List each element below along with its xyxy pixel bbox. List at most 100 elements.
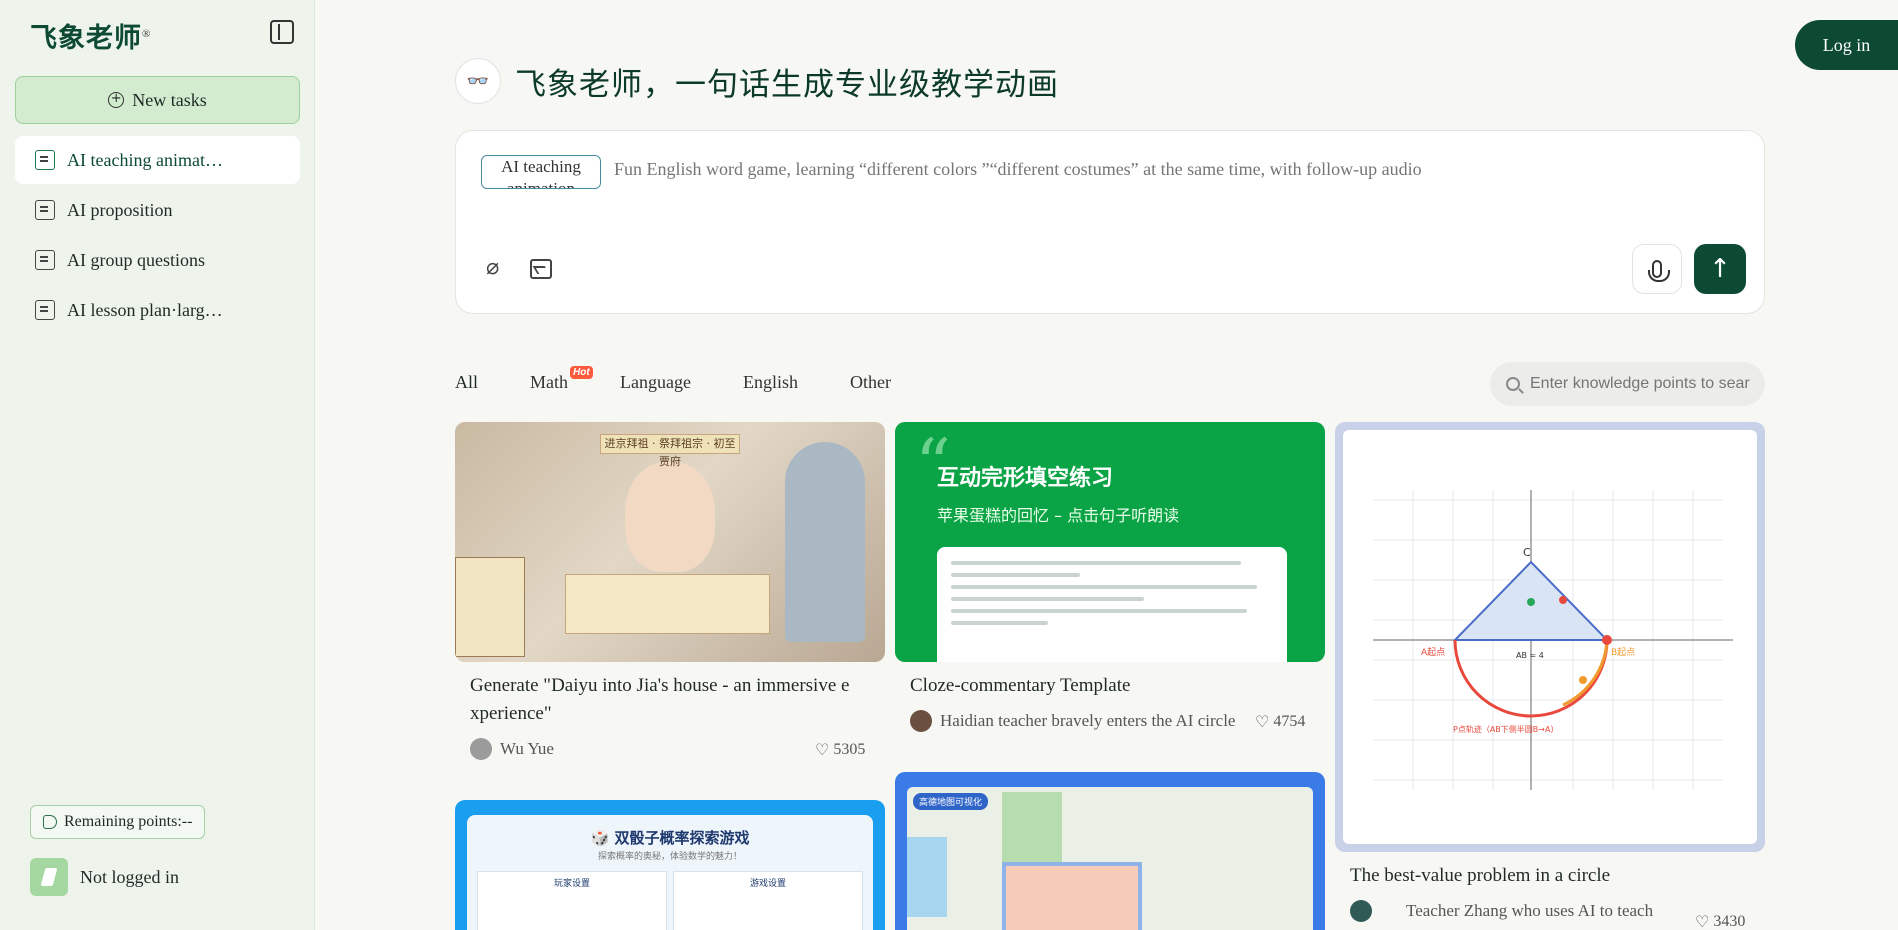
diagram-label-a: A起点 [1421,647,1445,658]
author-avatar [470,738,492,760]
thumbnail-text-panel [937,547,1287,662]
author-avatar [910,710,932,732]
diagram-label-b: B起点 [1611,647,1635,658]
new-task-button[interactable]: + New tasks [15,76,300,124]
diagram-label-path: P点轨迹（AB下侧半圆B→A） [1453,724,1558,734]
sidebar: 飞象老师® + New tasks AI teaching animat… AI… [0,0,315,930]
tab-english[interactable]: English [743,372,798,393]
new-task-label: New tasks [132,89,207,110]
heart-icon: ♡ [1255,712,1270,731]
illustration-figure [785,442,865,642]
thumbnail-subheading: 苹果蛋糕的回忆 – 点击句子听朗读 [937,506,1180,525]
author-avatar [1350,900,1372,922]
author-name: Haidian teacher bravely enters the AI ci… [940,711,1236,730]
tab-all[interactable]: All [455,372,478,393]
search-icon [1506,377,1520,391]
video-icon [35,150,55,170]
template-card[interactable]: C AB = 4 P点轨迹（AB下侧半圆B→A） A起点 B起点 The bes… [1335,422,1765,930]
plus-icon: + [108,92,125,108]
avatar [30,858,68,896]
brand-logo[interactable]: 飞象老师® [30,16,151,55]
card-thumbnail: “ 互动完形填空练习 苹果蛋糕的回忆 – 点击句子听朗读 [895,422,1325,662]
thumbnail-panel: 🎲 双骰子概率探索游戏 探索概率的奥秘，体验数学的魅力！ 玩家设置 游戏设置 [467,815,873,930]
user-profile[interactable]: Not logged in [30,858,179,896]
hero: 👓 飞象老师，一句话生成专业级教学动画 [455,58,1059,104]
card-thumbnail: 🎲 双骰子概率探索游戏 探索概率的奥秘，体验数学的魅力！ 玩家设置 游戏设置 [455,800,885,930]
sidebar-item-label: AI proposition [67,199,173,220]
template-card[interactable]: 🎲 双骰子概率探索游戏 探索概率的奥秘，体验数学的魅力！ 玩家设置 游戏设置 [455,800,885,930]
sidebar-item-label: AI group questions [67,249,205,270]
geometry-diagram: C AB = 4 P点轨迹（AB下侧半圆B→A） A起点 B起点 [1373,490,1733,790]
map-preview: 高德地图可视化 [907,787,1313,930]
sidebar-item-ai-teaching-animation[interactable]: AI teaching animat… [15,136,300,184]
user-status: Not logged in [80,866,179,887]
tab-other[interactable]: Other [850,372,891,393]
card-author: Haidian teacher bravely enters the AI ci… [910,710,1235,732]
tab-label: Math [530,372,569,392]
sidebar-toggle-icon[interactable] [270,20,294,44]
sidebar-item-ai-lesson-plan[interactable]: AI lesson plan·larg… [15,286,300,334]
card-author: Teacher Zhang who uses AI to teach [1350,900,1653,922]
search-input[interactable] [1530,375,1750,393]
author-name: Teacher Zhang who uses AI to teach [1406,901,1654,920]
geometry-canvas: C AB = 4 P点轨迹（AB下侧半圆B→A） A起点 B起点 [1343,430,1757,844]
thumbnail-heading: 互动完形填空练习 [937,466,1114,491]
prompt-box: AI teaching animation ⌀ ↑ [455,130,1765,314]
image-upload-icon[interactable] [530,259,552,279]
like-count[interactable]: ♡ 5305 [815,740,865,759]
tag-icon [43,815,57,829]
illustration-figure [625,462,715,572]
card-title: Cloze-commentary Template [910,675,1131,696]
card-author: Wu Yue [470,738,554,760]
card-title: Generate "Daiyu into Jia's house - an im… [470,675,850,724]
diagram-label-ab: AB = 4 [1516,651,1544,660]
like-count-value: 4754 [1273,712,1306,730]
map-chip: 高德地图可视化 [913,793,989,810]
sidebar-item-label: AI teaching animat… [67,149,223,170]
thumbnail-banner: 进京拜祖 · 祭拜祖宗 · 初至贾府 [600,434,740,468]
page-title: 飞象老师，一句话生成专业级教学动画 [515,66,1059,102]
like-count[interactable]: ♡ 4754 [1255,712,1305,731]
like-count[interactable]: ♡ 3430 [1695,912,1745,930]
remaining-points-label: Remaining points:-- [64,813,193,830]
mode-chip[interactable]: AI teaching animation [481,155,601,189]
thumbnail-heading: 🎲 双骰子概率探索游戏 [590,829,750,847]
category-tabs: All Math Hot Language English Other [455,366,943,393]
brand-logo-text: 飞象老师 [30,23,142,53]
author-name: Wu Yue [500,739,554,758]
map-park [1002,792,1062,862]
card-thumbnail: C AB = 4 P点轨迹（AB下侧半圆B→A） A起点 B起点 [1335,422,1765,852]
card-thumbnail: 高德地图可视化 [895,772,1325,930]
prompt-input[interactable] [614,159,1734,180]
registered-mark: ® [142,28,152,40]
remaining-points-badge[interactable]: Remaining points:-- [30,805,206,839]
sidebar-item-label: AI lesson plan·larg… [67,299,223,320]
microphone-button[interactable] [1632,244,1682,294]
glasses-icon: 👓 [455,58,501,104]
template-card[interactable]: 进京拜祖 · 祭拜祖宗 · 初至贾府 Generate "Daiyu into … [455,422,885,767]
tab-math[interactable]: Math Hot [530,366,593,393]
thumbnail-settings-panel: 游戏设置 [673,871,863,930]
tab-language[interactable]: Language [620,372,691,393]
list-icon [35,200,55,220]
diagram-label-c: C [1523,546,1531,559]
microphone-icon [1648,260,1670,282]
sidebar-item-ai-proposition[interactable]: AI proposition [15,186,300,234]
hot-badge: Hot [570,366,593,379]
heart-icon: ♡ [1695,912,1710,930]
panel-heading: 游戏设置 [749,879,786,889]
login-button[interactable]: Log in [1795,20,1898,70]
book-icon [35,300,55,320]
like-count-value: 3430 [1713,912,1746,930]
knowledge-search [1490,362,1765,406]
attachment-icon[interactable]: ⌀ [486,257,506,279]
send-button[interactable]: ↑ [1694,244,1746,294]
template-card[interactable]: “ 互动完形填空练习 苹果蛋糕的回忆 – 点击句子听朗读 Cloze-comme… [895,422,1325,742]
card-title: The best-value problem in a circle [1350,865,1611,886]
map-water [907,837,947,917]
sidebar-item-ai-group-questions[interactable]: AI group questions [15,236,300,284]
group-icon [35,250,55,270]
map-district [1002,862,1142,930]
heart-icon: ♡ [815,740,830,759]
template-card[interactable]: 高德地图可视化 [895,772,1325,930]
